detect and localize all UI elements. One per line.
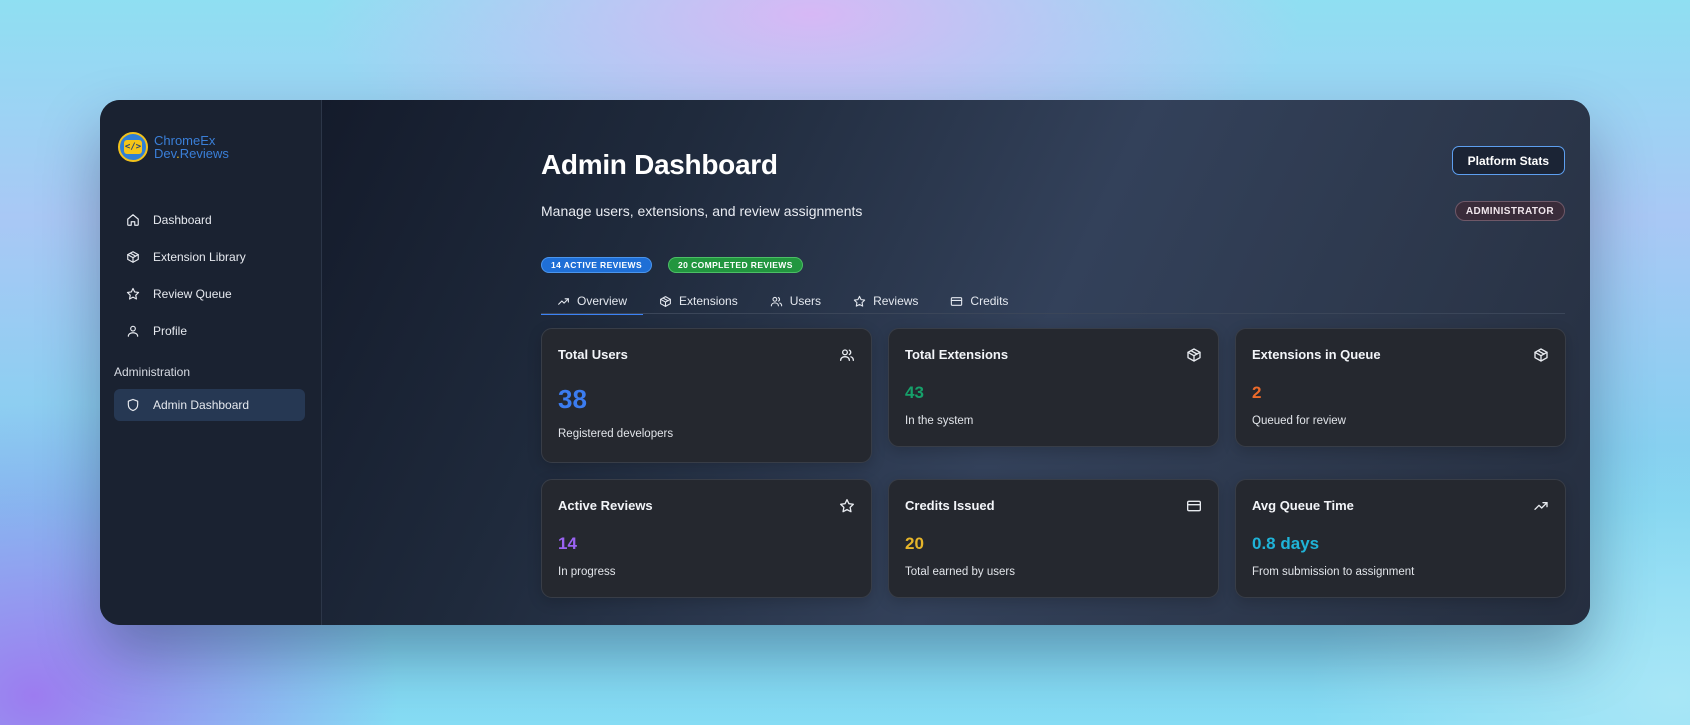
card-value: 2 — [1252, 383, 1262, 402]
stat-card-total-users: Total Users 38 Registered developers — [541, 328, 872, 463]
sidebar-item-label: Profile — [153, 324, 188, 338]
app-window: </> ChromeEx Dev.Reviews Dashboard Exten… — [100, 100, 1590, 625]
stats-grid: Total Users 38 Registered developers Tot… — [541, 328, 1566, 598]
logo-text: ChromeEx Dev.Reviews — [154, 133, 229, 161]
sidebar-item-profile[interactable]: Profile — [114, 315, 305, 347]
sidebar-item-label: Review Queue — [153, 287, 232, 301]
card-value: 0.8 days — [1252, 534, 1320, 553]
page-title: Admin Dashboard — [541, 149, 778, 180]
tab-overview[interactable]: Overview — [541, 288, 644, 315]
main-area: Admin Dashboard Platform Stats Manage us… — [322, 100, 1590, 625]
package-icon — [127, 251, 139, 263]
card-description: In progress — [558, 566, 616, 578]
users-icon — [770, 296, 782, 306]
logo[interactable]: </> ChromeEx Dev.Reviews — [118, 132, 305, 162]
card-value: 14 — [558, 534, 577, 553]
card-title: Total Users — [558, 347, 628, 362]
star-icon — [126, 287, 140, 300]
active-reviews-badge: 14 ACTIVE REVIEWS — [541, 257, 653, 273]
card-description: In the system — [905, 415, 974, 427]
user-icon — [127, 325, 139, 337]
card-description: Total earned by users — [905, 566, 1015, 578]
home-icon — [127, 214, 139, 226]
sidebar-section-label: Administration — [114, 365, 191, 379]
card-title: Extensions in Queue — [1252, 347, 1381, 362]
sidebar-item-dashboard[interactable]: Dashboard — [114, 204, 305, 236]
card-title: Total Extensions — [905, 347, 1009, 362]
card-description: From submission to assignment — [1252, 566, 1415, 578]
sidebar-item-label: Admin Dashboard — [153, 398, 250, 412]
package-icon — [660, 295, 671, 307]
role-badge: ADMINISTRATOR — [1454, 201, 1565, 221]
stat-card-total-extensions: Total Extensions 43 In the system — [888, 328, 1219, 447]
stat-card-extensions-in-queue: Extensions in Queue 2 Queued for review — [1235, 328, 1566, 447]
card-title: Credits Issued — [905, 498, 995, 513]
tab-reviews[interactable]: Reviews — [837, 288, 934, 314]
sidebar: </> ChromeEx Dev.Reviews Dashboard Exten… — [100, 100, 322, 625]
package-icon — [1187, 348, 1201, 362]
credit-card-icon — [1187, 500, 1201, 512]
star-icon — [853, 295, 866, 307]
trending-up-icon — [1534, 502, 1548, 510]
completed-reviews-badge: 20 COMPLETED REVIEWS — [668, 257, 803, 273]
credit-card-icon — [951, 296, 963, 306]
card-value: 38 — [558, 384, 587, 414]
shield-icon — [127, 398, 139, 412]
stat-card-credits-issued: Credits Issued 20 Total earned by users — [888, 479, 1219, 598]
card-description: Registered developers — [558, 428, 674, 440]
dashboard-content: Admin Dashboard Platform Stats Manage us… — [541, 146, 1566, 598]
platform-stats-button[interactable]: Platform Stats — [1451, 146, 1565, 175]
sidebar-item-label: Extension Library — [153, 250, 246, 264]
card-description: Queued for review — [1252, 415, 1346, 427]
sidebar-item-review-queue[interactable]: Review Queue — [114, 278, 305, 310]
trending-up-icon — [558, 297, 569, 305]
sidebar-item-label: Dashboard — [153, 213, 212, 227]
star-icon — [840, 499, 854, 513]
tab-credits[interactable]: Credits — [934, 288, 1024, 314]
card-value: 20 — [905, 534, 924, 553]
stat-card-active-reviews: Active Reviews 14 In progress — [541, 479, 872, 598]
users-icon — [840, 349, 854, 361]
sidebar-item-extension-library[interactable]: Extension Library — [114, 241, 305, 273]
sidebar-item-admin-dashboard[interactable]: Admin Dashboard — [114, 389, 305, 421]
logo-icon: </> — [118, 132, 148, 162]
tab-bar: Overview Extensions Users Reviews Credit… — [541, 288, 1565, 315]
package-icon — [1534, 348, 1548, 362]
tab-users[interactable]: Users — [754, 288, 837, 314]
tab-extensions[interactable]: Extensions — [643, 288, 754, 314]
card-title: Avg Queue Time — [1252, 498, 1354, 513]
stat-card-avg-queue-time: Avg Queue Time 0.8 days From submission … — [1235, 479, 1566, 598]
page-subtitle: Manage users, extensions, and review ass… — [541, 203, 863, 219]
card-title: Active Reviews — [558, 498, 653, 513]
card-value: 43 — [905, 383, 924, 402]
